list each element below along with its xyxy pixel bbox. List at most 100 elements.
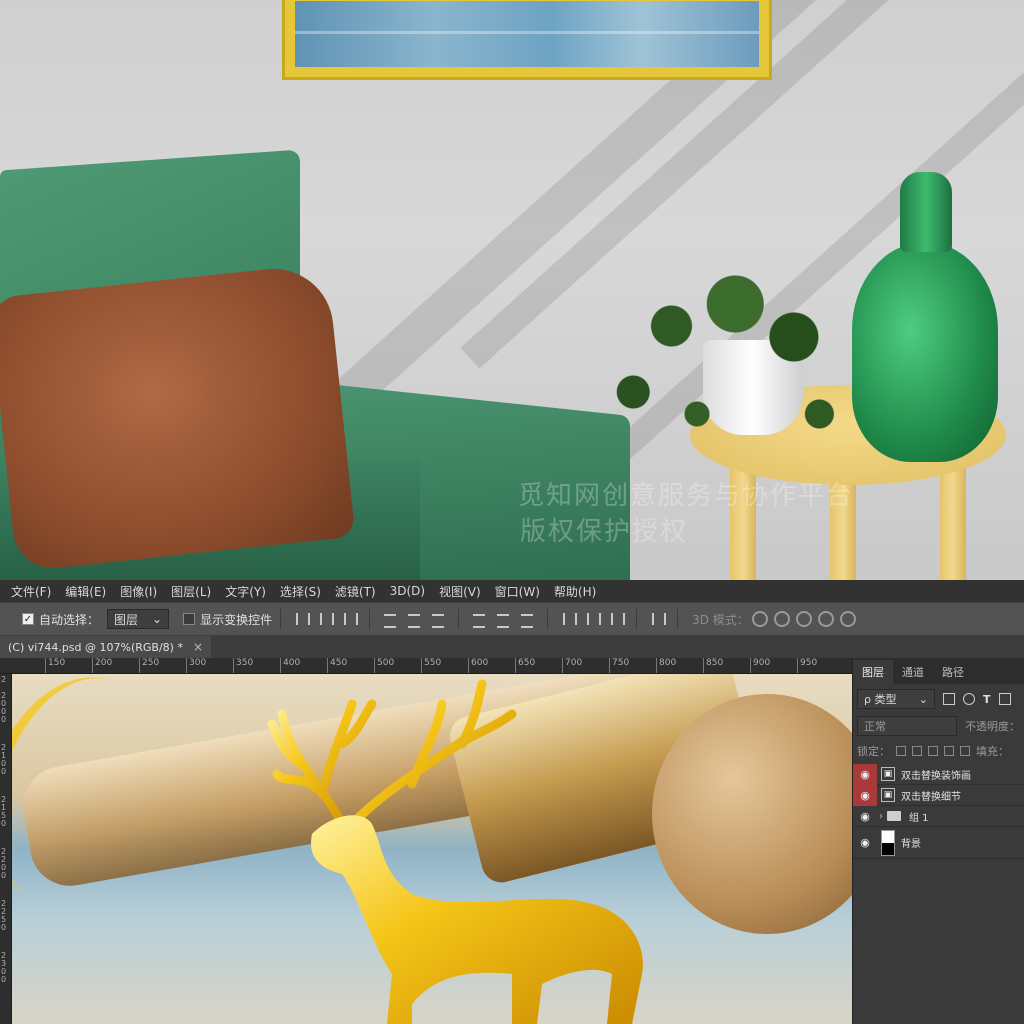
lock-all-icon[interactable]	[960, 746, 970, 756]
lock-transparent-icon[interactable]	[896, 746, 906, 756]
checkbox-unchecked-icon[interactable]	[183, 613, 196, 625]
tab-layers[interactable]: 图层	[853, 660, 893, 684]
filter-shape-icon[interactable]	[998, 693, 1011, 705]
fill-label: 填充：	[976, 745, 1009, 758]
layer-row[interactable]: ◉ ▣ 双击替换装饰画	[853, 763, 1024, 785]
distribute-bottom-icon[interactable]	[519, 611, 535, 628]
eye-icon[interactable]: ◉	[853, 806, 877, 827]
eye-icon[interactable]: ◉	[853, 763, 877, 785]
vase-body	[852, 242, 998, 462]
align-bottom-icon[interactable]	[341, 611, 359, 627]
blend-mode-value: 正常	[864, 720, 886, 733]
blend-mode-dropdown[interactable]: 正常	[857, 716, 957, 736]
show-transform-toggle[interactable]: 显示变换控件	[183, 611, 272, 628]
align-hcenter-icon[interactable]	[406, 611, 422, 628]
roll-3d-icon[interactable]	[773, 611, 790, 627]
tab-paths[interactable]: 路径	[933, 660, 973, 684]
menu-window[interactable]: 窗口(W)	[488, 583, 547, 600]
layer-filter-dropdown[interactable]: ρ 类型 ⌄	[857, 689, 935, 709]
menu-image[interactable]: 图像(I)	[113, 583, 164, 600]
chevron-down-icon: ⌄	[152, 612, 163, 626]
drag-3d-icon[interactable]	[795, 611, 812, 627]
ruler-tick: 400	[280, 658, 300, 673]
distribute-left-icon[interactable]	[560, 611, 578, 627]
ruler-horizontal[interactable]: 150 200 250 300 350 400 450 500 550 600 …	[0, 658, 852, 674]
divider	[458, 609, 460, 629]
lock-artboard-icon[interactable]	[944, 746, 954, 756]
ruler-tick: 550	[421, 658, 441, 673]
ruler-tick: 450	[327, 658, 347, 673]
chevron-right-icon[interactable]: ›	[879, 811, 883, 822]
layer-filter-row: ρ 类型 ⌄ T	[853, 684, 1024, 714]
smart-object-icon: ▣	[881, 788, 895, 802]
menu-help[interactable]: 帮助(H)	[547, 583, 603, 600]
camera-3d-icon[interactable]	[839, 611, 856, 627]
folder-icon	[887, 811, 901, 821]
options-bar: ✓ 自动选择： 图层 ⌄ 显示变换控件 3D 模式：	[0, 602, 1024, 636]
watermark-line-1: 觅知网创意服务与协作平台	[518, 481, 855, 511]
distribute-vcenter-icon[interactable]	[495, 611, 511, 628]
menu-select[interactable]: 选择(S)	[273, 583, 328, 600]
menu-view[interactable]: 视图(V)	[432, 583, 488, 600]
ruler-tick: 2250	[1, 899, 7, 932]
divider	[280, 609, 282, 629]
layer-row-background[interactable]: ◉ 背景	[853, 827, 1024, 859]
slide-3d-icon[interactable]	[817, 611, 834, 627]
align-right-icon[interactable]	[430, 611, 446, 628]
lock-pixels-icon[interactable]	[912, 746, 922, 756]
tab-channels[interactable]: 通道	[893, 660, 933, 684]
auto-select-dropdown[interactable]: 图层 ⌄	[107, 609, 170, 629]
opacity-label: 不透明度：	[965, 720, 1020, 733]
distribute-top-icon[interactable]	[471, 611, 487, 628]
watermark: 觅知网创意服务与协作平台 版权保护授权	[518, 478, 878, 550]
distribute-hcenter-icon[interactable]	[584, 611, 602, 627]
document-tab-title: (C) vi744.psd @ 107%(RGB/8) *	[8, 640, 183, 654]
menu-3d[interactable]: 3D(D)	[383, 584, 432, 598]
green-vase	[852, 172, 998, 462]
ruler-tick: 350	[233, 658, 253, 673]
ivy-leaves	[595, 260, 850, 480]
menu-layer[interactable]: 图层(L)	[164, 583, 218, 600]
document-tab-bar: (C) vi744.psd @ 107%(RGB/8) * ×	[0, 636, 1024, 658]
watermark-line-2: 版权保护授权	[520, 517, 689, 547]
show-transform-label: 显示变换控件	[200, 612, 273, 627]
ruler-tick: 2100	[1, 743, 7, 776]
align-left-icon[interactable]	[382, 611, 398, 628]
menu-edit[interactable]: 编辑(E)	[58, 583, 113, 600]
vase-neck	[900, 172, 952, 252]
layer-name: 组 1	[909, 812, 929, 824]
align-top-icon[interactable]	[293, 611, 311, 627]
menu-type[interactable]: 文字(Y)	[218, 583, 273, 600]
close-icon[interactable]: ×	[193, 640, 203, 654]
ruler-tick: 650	[515, 658, 535, 673]
menu-file[interactable]: 文件(F)	[4, 583, 58, 600]
3d-mode-label: 3D 模式：	[692, 612, 749, 627]
filter-type-icon[interactable]: T	[983, 693, 991, 706]
layer-filter-label: ρ 类型	[864, 693, 897, 706]
ruler-vertical[interactable]: 2 2000 2100 2150 2200 2250 2300	[0, 674, 12, 1024]
auto-select-toggle[interactable]: ✓ 自动选择：	[22, 611, 99, 628]
ruler-tick: 800	[656, 658, 676, 673]
menu-filter[interactable]: 滤镜(T)	[328, 583, 383, 600]
document-tab[interactable]: (C) vi744.psd @ 107%(RGB/8) * ×	[0, 636, 212, 658]
layer-row[interactable]: ◉ ▣ 双击替换细节	[853, 784, 1024, 806]
eye-icon[interactable]: ◉	[853, 784, 877, 806]
auto-align-icon[interactable]	[649, 611, 667, 627]
panel-tabs: 图层 通道 路径	[853, 658, 1024, 684]
align-vcenter-icon[interactable]	[317, 611, 335, 627]
ruler-tick: 750	[609, 658, 629, 673]
picture-frame	[282, 0, 772, 80]
blend-row: 正常 不透明度：	[853, 714, 1024, 738]
checkbox-checked-icon[interactable]: ✓	[22, 613, 34, 625]
layer-row-group[interactable]: ◉ › 组 1	[853, 806, 1024, 827]
distribute-right-icon[interactable]	[608, 611, 626, 627]
document-canvas[interactable]	[12, 674, 852, 1024]
potted-ivy	[595, 260, 850, 480]
lock-position-icon[interactable]	[928, 746, 938, 756]
filter-adjustment-icon[interactable]	[963, 693, 975, 705]
eye-icon[interactable]: ◉	[853, 832, 877, 853]
filter-pixel-icon[interactable]	[943, 693, 955, 705]
layer-name: 背景	[901, 839, 921, 850]
ruler-tick: 950	[797, 658, 817, 673]
orbit-3d-icon[interactable]	[751, 611, 768, 627]
